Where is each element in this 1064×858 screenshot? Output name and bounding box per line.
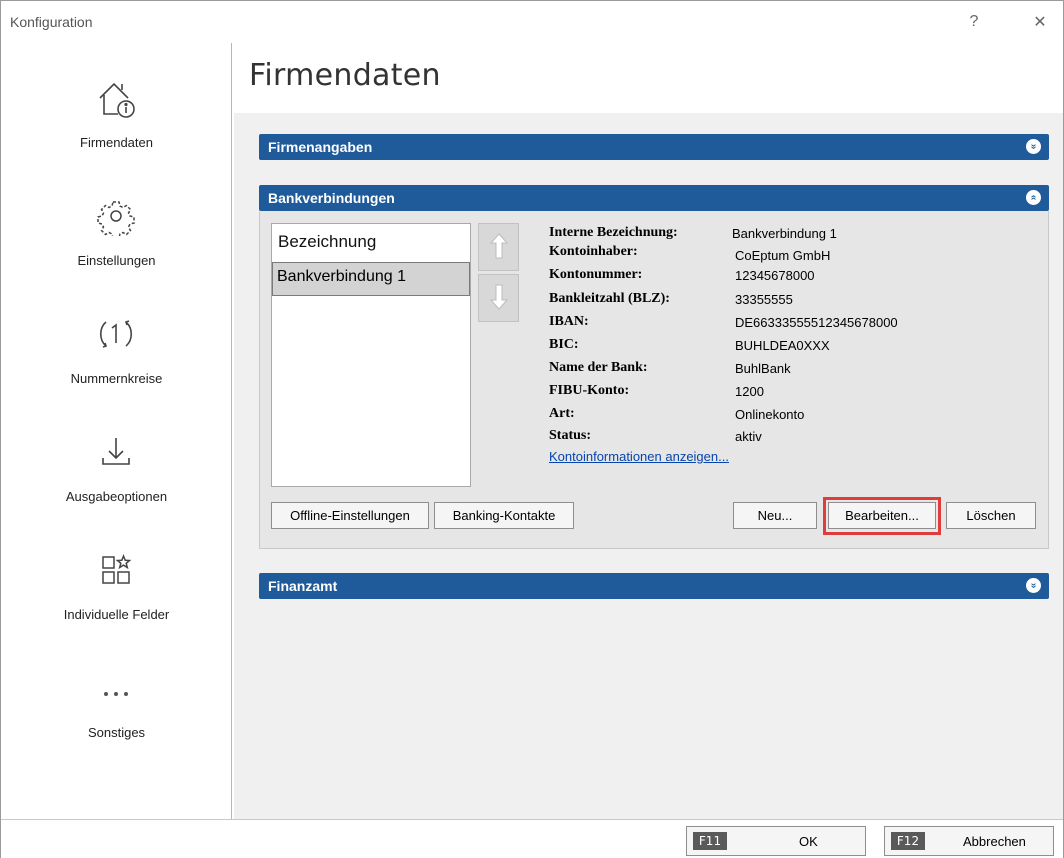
house-info-icon — [89, 71, 143, 125]
shortcut-key-badge: F11 — [693, 832, 727, 850]
sidebar-item-sonstiges[interactable]: Sonstiges — [1, 661, 232, 779]
new-button[interactable]: Neu... — [733, 502, 817, 529]
help-button[interactable]: ? — [959, 9, 989, 35]
number-cycle-icon — [89, 307, 143, 361]
ok-label: OK — [799, 834, 818, 849]
gear-icon — [89, 189, 143, 243]
shortcut-key-badge: F12 — [891, 832, 925, 850]
section-bankverbindungen[interactable]: Bankverbindungen « — [259, 185, 1049, 211]
collapse-icon[interactable]: « — [1026, 190, 1041, 205]
banking-contacts-button[interactable]: Banking-Kontakte — [434, 502, 574, 529]
close-button[interactable]: ✕ — [1025, 9, 1055, 35]
sidebar-item-einstellungen[interactable]: Einstellungen — [1, 189, 232, 307]
sidebar-item-firmendaten[interactable]: Firmendaten — [1, 71, 232, 189]
offline-settings-button[interactable]: Offline-Einstellungen — [271, 502, 429, 529]
edit-button[interactable]: Bearbeiten... — [828, 502, 936, 529]
sidebar-item-label: Ausgabeoptionen — [65, 489, 168, 504]
sidebar-item-nummernkreise[interactable]: Nummernkreise — [1, 307, 232, 425]
section-title: Bankverbindungen — [268, 190, 395, 206]
sidebar-item-label: Firmendaten — [80, 135, 153, 150]
ok-button[interactable]: F11 OK — [686, 826, 866, 856]
bank-list[interactable]: Bezeichnung Bankverbindung 1 — [271, 223, 471, 487]
cancel-button[interactable]: F12 Abbrechen — [884, 826, 1054, 856]
move-up-button[interactable] — [478, 223, 519, 271]
list-item[interactable]: Bankverbindung 1 — [272, 262, 470, 296]
grid-star-icon — [89, 543, 143, 597]
download-icon — [89, 425, 143, 479]
account-info-link[interactable]: Kontoinformationen anzeigen... — [549, 449, 729, 464]
dialog-footer: F11 OK F12 Abbrechen — [1, 819, 1063, 858]
window-title: Konfiguration — [10, 14, 93, 30]
section-title: Finanzamt — [268, 578, 338, 594]
sidebar-item-label: Sonstiges — [87, 725, 146, 740]
main-content: Firmendaten Firmenangaben » Bankverbindu… — [234, 43, 1063, 819]
sidebar: Firmendaten Einstellungen Nummernkreise … — [1, 43, 232, 819]
more-dots-icon — [89, 661, 143, 715]
section-firmenangaben[interactable]: Firmenangaben » — [259, 134, 1049, 160]
page-header: Firmendaten — [234, 43, 1063, 113]
page-title: Firmendaten — [249, 58, 441, 93]
sidebar-item-label: Einstellungen — [77, 253, 156, 268]
sidebar-item-label: Individuelle Felder — [63, 607, 170, 622]
cancel-label: Abbrechen — [963, 834, 1026, 849]
move-down-button[interactable] — [478, 274, 519, 322]
list-header[interactable]: Bezeichnung — [272, 224, 470, 262]
section-title: Firmenangaben — [268, 139, 373, 155]
arrow-up-icon — [489, 232, 509, 263]
configuration-window: Konfiguration ? ✕ Firmendaten Einstellun… — [0, 0, 1064, 858]
expand-icon[interactable]: » — [1026, 578, 1041, 593]
expand-icon[interactable]: » — [1026, 139, 1041, 154]
sidebar-item-ausgabeoptionen[interactable]: Ausgabeoptionen — [1, 425, 232, 543]
sidebar-item-label: Nummernkreise — [70, 371, 163, 386]
bank-panel: Bezeichnung Bankverbindung 1 Interne Bez… — [259, 211, 1049, 549]
arrow-down-icon — [489, 283, 509, 314]
title-bar: Konfiguration ? ✕ — [1, 1, 1063, 41]
delete-button[interactable]: Löschen — [946, 502, 1036, 529]
section-finanzamt[interactable]: Finanzamt » — [259, 573, 1049, 599]
sidebar-item-individuelle-felder[interactable]: Individuelle Felder — [1, 543, 232, 661]
